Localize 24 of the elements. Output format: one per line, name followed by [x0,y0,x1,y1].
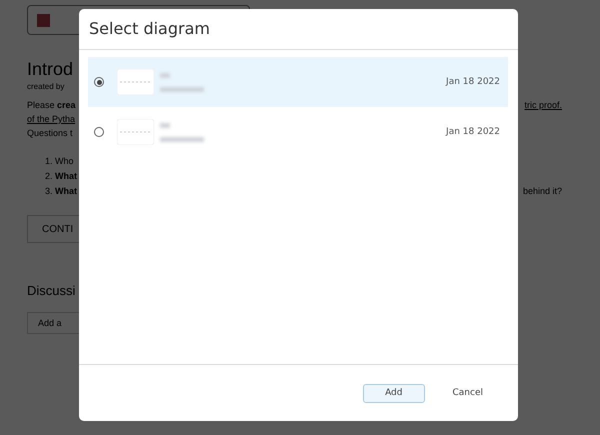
radio-button[interactable] [94,127,104,137]
logo-icon [37,14,50,26]
question-text: 3. What [45,185,78,197]
discussion-heading: Discussi [27,283,76,298]
diagram-thumbnail [117,69,154,95]
diagram-row[interactable]: Jan 18 2022 [88,57,508,107]
diagram-date: Jan 18 2022 [446,127,500,137]
byline: created by [27,82,64,91]
add-button[interactable]: Add [363,384,424,402]
blurred-text [160,72,170,78]
diagram-thumbnail [117,119,154,145]
blurred-text [160,86,204,92]
page-title: Introd [27,59,74,80]
question-text: 1. Who [45,155,74,167]
radio-button[interactable] [94,77,104,87]
cancel-button[interactable]: Cancel [452,384,483,402]
blurred-text [160,122,170,128]
question-text: behind it? [522,185,562,197]
paragraph-text: Please crea [27,99,76,111]
blurred-text [160,136,204,142]
paragraph-text: Questions t [27,127,73,139]
dialog-title: Select diagram [88,18,211,40]
question-text: 2. What [45,170,78,182]
diagram-date: Jan 18 2022 [446,77,500,87]
